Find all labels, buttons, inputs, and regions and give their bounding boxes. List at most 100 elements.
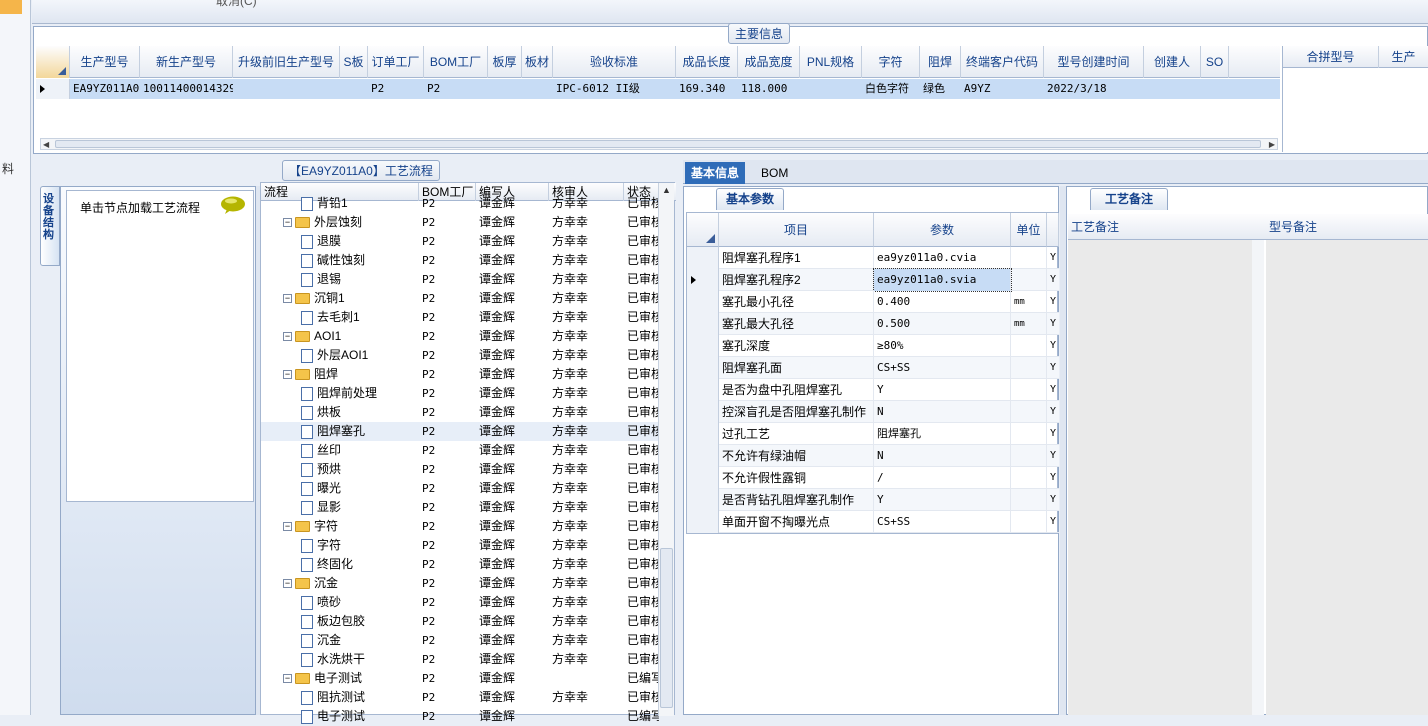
tree-row[interactable]: 曝光 P2 谭金辉 方幸幸 已审核 (261, 479, 659, 498)
column-header[interactable]: 板厚 (488, 46, 522, 78)
tree-row[interactable]: 预烘 P2 谭金辉 方幸幸 已审核 (261, 460, 659, 479)
param-row[interactable]: 单面开窗不掏曝光点 CS+SS Y (687, 511, 1059, 533)
left-nav-selected-item[interactable] (0, 0, 22, 14)
tree-row[interactable]: 退膜 P2 谭金辉 方幸幸 已审核 (261, 232, 659, 251)
grid-corner-icon[interactable] (36, 46, 70, 78)
tree-node[interactable]: − 电子测试 (283, 669, 419, 688)
column-header[interactable]: 升级前旧生产型号 (233, 46, 340, 78)
table-cell[interactable]: 2022/3/18 (1044, 79, 1144, 99)
param-value[interactable]: N (874, 401, 1011, 423)
tree-row[interactable]: − AOI1 P2 谭金辉 方幸幸 已审核 (261, 327, 659, 346)
tree-row[interactable]: − 沉铜1 P2 谭金辉 方幸幸 已审核 (261, 289, 659, 308)
process-notes-body[interactable] (1068, 240, 1264, 715)
table-cell[interactable] (800, 79, 862, 99)
column-header[interactable]: BOM工厂 (424, 46, 488, 78)
column-header[interactable]: 验收标准 (553, 46, 676, 78)
table-cell[interactable]: 白色字符 (862, 79, 920, 99)
param-value[interactable]: ≥80% (874, 335, 1011, 357)
collapse-icon[interactable]: − (283, 522, 292, 532)
tree-row[interactable]: 板边包胶 P2 谭金辉 方幸幸 已审核 (261, 612, 659, 631)
param-row[interactable]: 阻焊塞孔程序1 ea9yz011a0.cvia Y (687, 247, 1059, 269)
tree-node[interactable]: 沉金 (301, 631, 419, 650)
tab-bom[interactable]: BOM (755, 162, 794, 184)
tree-node[interactable]: − 阻焊 (283, 365, 419, 384)
tab-process-notes[interactable]: 工艺备注 (1090, 188, 1168, 210)
scroll-thumb[interactable] (660, 548, 673, 708)
tree-row[interactable]: 电子测试 P2 谭金辉 已编写 (261, 707, 659, 726)
param-row[interactable]: 塞孔最大孔径 0.500 mm Y (687, 313, 1059, 335)
column-header[interactable]: SO (1201, 46, 1229, 78)
param-value[interactable]: ea9yz011a0.svia (873, 268, 1012, 292)
tree-node[interactable]: 阻焊塞孔 (301, 422, 419, 441)
tree-node[interactable]: 烘板 (301, 403, 419, 422)
tree-node[interactable]: 终固化 (301, 555, 419, 574)
tree-node[interactable]: − 沉金 (283, 574, 419, 593)
tree-node[interactable]: 阻焊前处理 (301, 384, 419, 403)
column-header[interactable]: 项目 (719, 213, 874, 247)
table-cell[interactable] (488, 79, 522, 99)
param-row[interactable]: 控深盲孔是否阻焊塞孔制作 N Y (687, 401, 1059, 423)
tree-row[interactable]: − 电子测试 P2 谭金辉 已编写 (261, 669, 659, 688)
tree-row[interactable]: 丝印 P2 谭金辉 方幸幸 已审核 (261, 441, 659, 460)
column-header[interactable]: 阻焊 (920, 46, 961, 78)
column-header[interactable]: 创建人 (1144, 46, 1201, 78)
column-header[interactable]: 成品长度 (676, 46, 738, 78)
param-row[interactable]: 过孔工艺 阻焊塞孔 Y (687, 423, 1059, 445)
param-value[interactable]: N (874, 445, 1011, 467)
tree-node[interactable]: 曝光 (301, 479, 419, 498)
tree-node[interactable]: 丝印 (301, 441, 419, 460)
param-row[interactable]: 不允许有绿油帽 N Y (687, 445, 1059, 467)
tree-node[interactable]: 退膜 (301, 232, 419, 251)
tree-node[interactable]: 外层AOI1 (301, 346, 419, 365)
column-header[interactable]: 型号创建时间 (1044, 46, 1144, 78)
param-row[interactable]: 塞孔深度 ≥80% Y (687, 335, 1059, 357)
tree-row[interactable]: 碱性蚀刻 P2 谭金辉 方幸幸 已审核 (261, 251, 659, 270)
table-cell[interactable]: A9YZ (961, 79, 1044, 99)
tree-row[interactable]: 背铅1 P2 谭金辉 方幸幸 已审核 (261, 194, 659, 213)
tab-basic-info[interactable]: 基本信息 (685, 162, 746, 184)
param-row[interactable]: 不允许假性露铜 / Y (687, 467, 1059, 489)
table-cell[interactable] (522, 79, 553, 99)
tree-row[interactable]: 喷砂 P2 谭金辉 方幸幸 已审核 (261, 593, 659, 612)
param-value[interactable]: / (874, 467, 1011, 489)
table-cell[interactable] (340, 79, 368, 99)
column-header[interactable]: S板 (340, 46, 368, 78)
param-value[interactable]: CS+SS (874, 357, 1011, 379)
tree-node[interactable]: − 沉铜1 (283, 289, 419, 308)
tree-vscrollbar[interactable]: ▲ (658, 183, 674, 716)
param-value[interactable]: 阻焊塞孔 (874, 423, 1011, 445)
column-header[interactable]: 参数 (874, 213, 1011, 247)
tree-node[interactable]: 碱性蚀刻 (301, 251, 419, 270)
tree-node[interactable]: 喷砂 (301, 593, 419, 612)
tree-node[interactable]: − 字符 (283, 517, 419, 536)
table-cell[interactable] (233, 79, 340, 99)
column-header[interactable]: PNL规格 (800, 46, 862, 78)
tab-basic-params[interactable]: 基本参数 (716, 188, 784, 210)
table-cell[interactable]: 169.340 (676, 79, 738, 99)
param-row[interactable]: 阻焊塞孔面 CS+SS Y (687, 357, 1059, 379)
collapse-icon[interactable]: − (283, 294, 292, 304)
column-header[interactable]: 终端客户代码 (961, 46, 1044, 78)
left-nav-label[interactable]: 料 (2, 160, 14, 177)
column-header[interactable]: 合拼型号 (1283, 46, 1379, 68)
column-header[interactable]: 订单工厂 (368, 46, 424, 78)
table-cell[interactable]: P2 (424, 79, 488, 99)
equipment-structure-tab[interactable]: 设备结构 (40, 186, 60, 266)
param-value[interactable]: 0.500 (874, 313, 1011, 335)
tree-row[interactable]: 阻焊塞孔 P2 谭金辉 方幸幸 已审核 (261, 422, 659, 441)
param-value[interactable]: CS+SS (874, 511, 1011, 533)
tree-row[interactable]: 沉金 P2 谭金辉 方幸幸 已审核 (261, 631, 659, 650)
tree-node[interactable]: 字符 (301, 536, 419, 555)
tree-node[interactable]: 板边包胶 (301, 612, 419, 631)
collapse-icon[interactable]: − (283, 218, 292, 228)
param-row[interactable]: 是否为盘中孔阻焊塞孔 Y Y (687, 379, 1059, 401)
tree-node[interactable]: 阻抗测试 (301, 688, 419, 707)
column-header[interactable]: 生产 (1379, 46, 1428, 68)
tree-node[interactable]: 去毛刺1 (301, 308, 419, 327)
param-value[interactable]: ea9yz011a0.cvia (874, 247, 1011, 269)
table-cell[interactable]: 118.000 (738, 79, 800, 99)
param-row[interactable]: 是否背钻孔阻焊塞孔制作 Y Y (687, 489, 1059, 511)
cancel-button[interactable]: 取消(C) (216, 0, 257, 9)
tree-row[interactable]: − 阻焊 P2 谭金辉 方幸幸 已审核 (261, 365, 659, 384)
scroll-thumb[interactable] (55, 140, 1261, 148)
